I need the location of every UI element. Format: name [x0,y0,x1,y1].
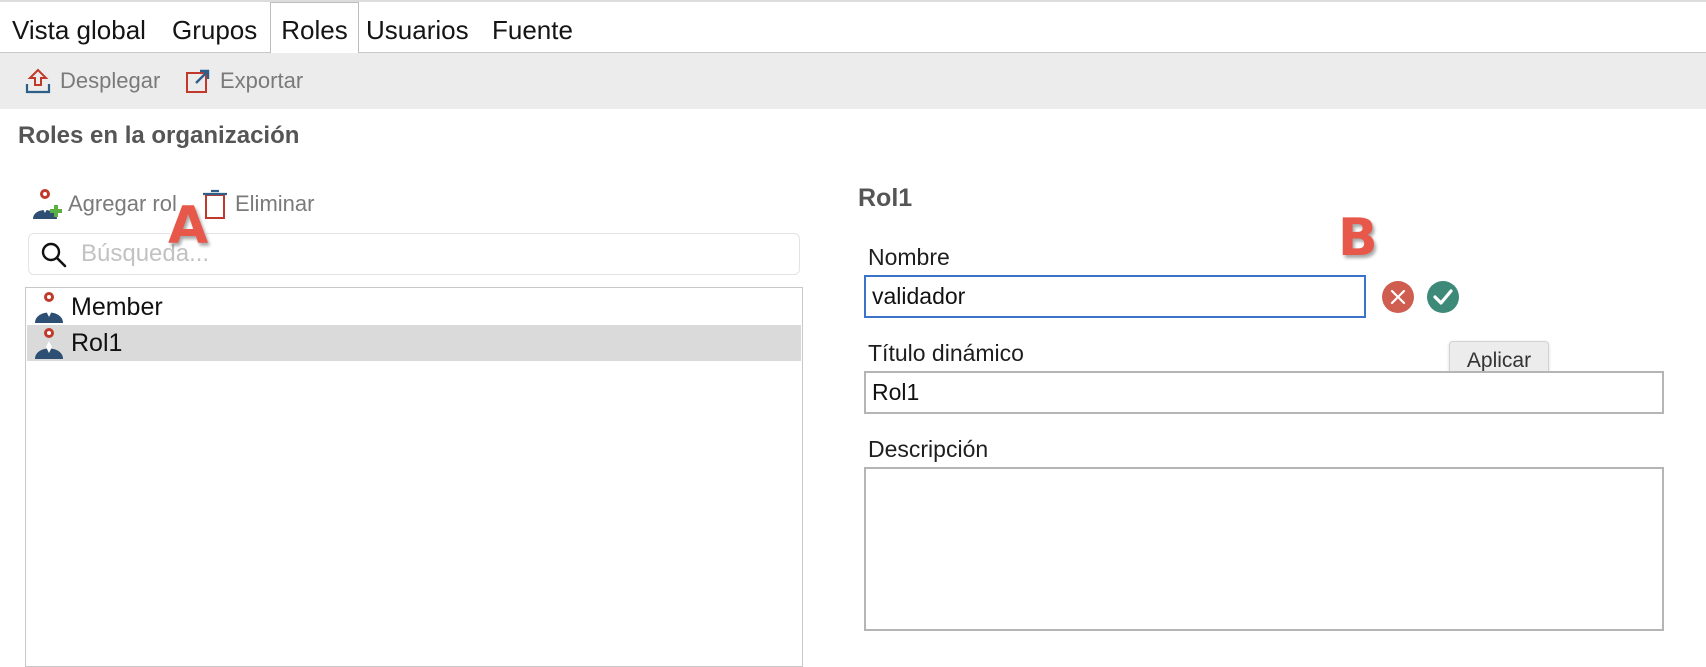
toolbar: Desplegar Exportar [0,53,1706,109]
deploy-icon [25,68,51,94]
apply-icon[interactable] [1426,280,1460,314]
role-icon [35,292,63,323]
dynamic-title-field[interactable]: Rol1 [864,371,1664,414]
tab-vista-global[interactable]: Vista global [12,2,146,53]
annotation-marker-a: A [166,195,209,258]
search-icon [41,242,67,268]
description-field[interactable] [864,467,1664,631]
export-label: Exportar [220,68,304,93]
detail-title: Rol1 [858,184,913,212]
dynamic-title-label: Título dinámico [868,340,1024,366]
role-name: Member [71,292,163,321]
name-label: Nombre [868,244,950,270]
add-role-icon [33,189,62,219]
add-role-label: Agregar rol [68,191,177,216]
search-box[interactable] [28,233,800,275]
tab-usuarios[interactable]: Usuarios [366,2,469,53]
add-role-button[interactable]: Agregar rol [30,184,177,224]
tab-roles[interactable]: Roles [270,2,359,54]
role-name: Rol1 [71,328,123,357]
role-item-member[interactable]: Member [27,289,801,325]
delete-button[interactable]: Eliminar [201,184,314,224]
name-field[interactable]: validador [864,275,1366,318]
role-item-rol1[interactable]: Rol1 [27,325,801,361]
delete-label: Eliminar [235,191,315,216]
section-title: Roles en la organización [18,122,300,149]
role-icon [35,328,63,359]
deploy-button[interactable]: Desplegar [24,53,160,109]
description-label: Descripción [868,436,989,462]
tab-fuente[interactable]: Fuente [492,2,573,53]
export-icon [186,69,210,93]
deploy-label: Desplegar [60,68,161,93]
roles-list: Member Rol1 [25,287,803,667]
tab-grupos[interactable]: Grupos [172,2,257,53]
annotation-marker-b: B [1337,207,1380,270]
export-button[interactable]: Exportar [184,53,303,109]
cancel-icon[interactable] [1381,280,1415,314]
